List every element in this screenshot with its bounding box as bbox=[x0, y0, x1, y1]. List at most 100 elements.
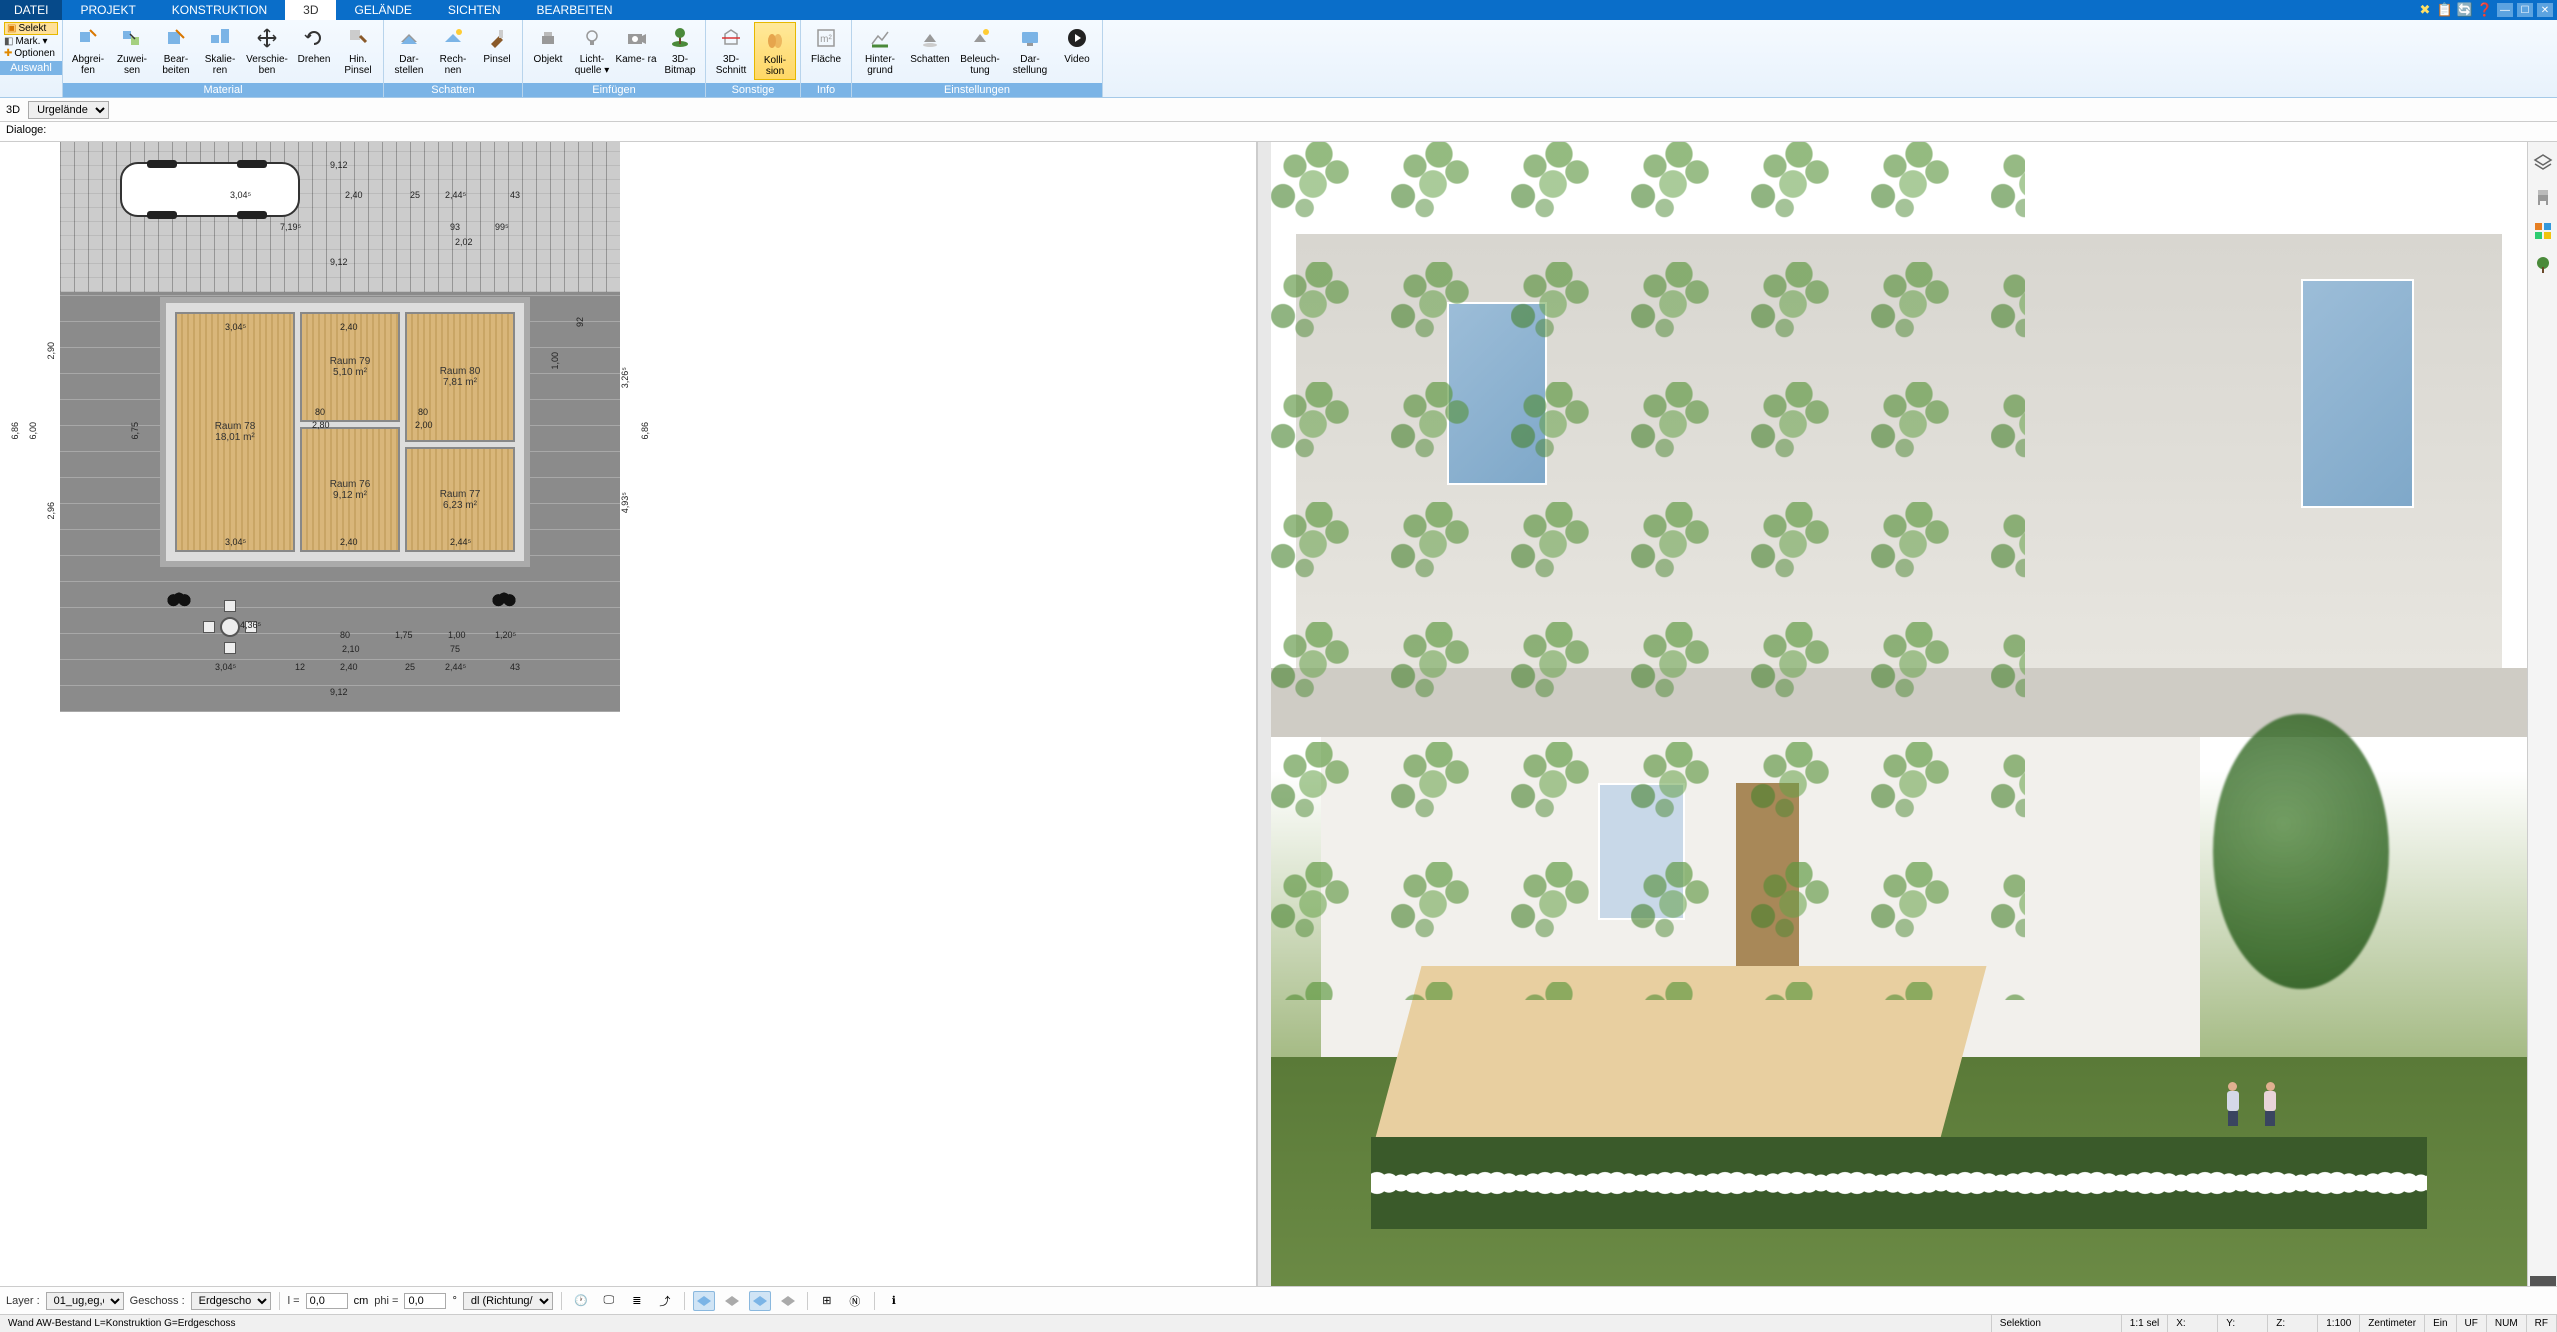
dim-label: 2,90 bbox=[46, 342, 56, 360]
drehen-button[interactable]: Drehen bbox=[293, 22, 335, 67]
layers-icon[interactable] bbox=[2532, 152, 2554, 174]
workspace: Raum 7818,01 m² Raum 795,10 m² Raum 769,… bbox=[0, 142, 2557, 1286]
scrollbar-vertical[interactable] bbox=[1257, 142, 1271, 1286]
phi-input[interactable] bbox=[404, 1293, 446, 1309]
view-3d[interactable] bbox=[1271, 142, 2527, 1286]
zuweisen-button[interactable]: Zuwei- sen bbox=[111, 22, 153, 78]
menu-projekt[interactable]: PROJEKT bbox=[62, 0, 153, 20]
menu-gelaende[interactable]: GELÄNDE bbox=[336, 0, 429, 20]
menu-bearbeiten[interactable]: BEARBEITEN bbox=[519, 0, 631, 20]
beleuchtung-button[interactable]: Beleuch- tung bbox=[956, 22, 1004, 78]
mark-button[interactable]: ◧Mark.▾ bbox=[4, 36, 58, 47]
3dschnitt-button[interactable]: 3D- Schnitt bbox=[710, 22, 752, 78]
menu-bar: DATEI PROJEKT KONSTRUKTION 3D GELÄNDE SI… bbox=[0, 0, 2557, 20]
dim-label: 6,86 bbox=[10, 422, 20, 440]
flowerbed bbox=[1371, 1137, 2426, 1229]
abgreifen-button[interactable]: Abgrei- fen bbox=[67, 22, 109, 78]
schatten-settings-button[interactable]: Schatten bbox=[906, 22, 954, 67]
dim-label: 80 bbox=[418, 407, 428, 417]
selekt-button[interactable]: ▣Selekt bbox=[4, 22, 58, 35]
verschieben-button[interactable]: Verschie- ben bbox=[243, 22, 291, 78]
status-y: Y: bbox=[2218, 1315, 2268, 1332]
dim-label: 3,26⁵ bbox=[620, 367, 630, 388]
bearbeiten-button[interactable]: Bear- beiten bbox=[155, 22, 197, 78]
info-icon[interactable]: ℹ bbox=[883, 1291, 905, 1311]
video-button[interactable]: Video bbox=[1056, 22, 1098, 67]
layer4-toggle[interactable] bbox=[777, 1291, 799, 1311]
rechnen-button[interactable]: Rech- nen bbox=[432, 22, 474, 78]
dim-label: 6,86 bbox=[640, 422, 650, 440]
flaeche-button[interactable]: m²Fläche bbox=[805, 22, 847, 67]
darstellung-button[interactable]: Dar- stellung bbox=[1006, 22, 1054, 78]
dim-label: 43 bbox=[510, 190, 520, 200]
layer2-toggle[interactable] bbox=[721, 1291, 743, 1311]
dim-label: 2,96 bbox=[46, 502, 56, 520]
tree-icon[interactable] bbox=[2532, 254, 2554, 276]
minimize-button[interactable]: — bbox=[2497, 3, 2513, 17]
menu-3d[interactable]: 3D bbox=[285, 0, 336, 20]
grid-icon[interactable]: ⊞ bbox=[816, 1291, 838, 1311]
share-icon[interactable]: ⤴ bbox=[654, 1291, 676, 1311]
layer3-toggle[interactable] bbox=[749, 1291, 771, 1311]
ribbon-label-einfuegen: Einfügen bbox=[523, 83, 705, 97]
ribbon-label-auswahl: Auswahl bbox=[0, 61, 62, 75]
room-78: Raum 7818,01 m² bbox=[175, 312, 295, 552]
kamera-button[interactable]: Kame- ra bbox=[615, 22, 657, 67]
dim-label: 99⁵ bbox=[495, 222, 509, 232]
status-rf: RF bbox=[2527, 1315, 2557, 1332]
terrain-select[interactable]: Urgelände bbox=[28, 101, 109, 119]
screen-icon[interactable]: 🖵 bbox=[598, 1291, 620, 1311]
menu-sichten[interactable]: SICHTEN bbox=[430, 0, 519, 20]
dim-label: 6,75 bbox=[130, 422, 140, 440]
dim-label: 3,04⁵ bbox=[225, 537, 246, 547]
chair-icon[interactable] bbox=[2532, 186, 2554, 208]
foliage-overlay bbox=[1271, 142, 2025, 1000]
reload-icon[interactable]: 🔄 bbox=[2457, 2, 2473, 18]
drag-handle[interactable] bbox=[2530, 1276, 2556, 1286]
geschoss-select[interactable]: Erdgeschoss bbox=[191, 1292, 271, 1310]
stack-icon[interactable]: ≣ bbox=[626, 1291, 648, 1311]
ribbon-group-einstellungen: Hinter- grund Schatten Beleuch- tung Dar… bbox=[852, 20, 1103, 97]
menu-datei[interactable]: DATEI bbox=[0, 0, 62, 20]
clock-icon[interactable]: 🕐 bbox=[570, 1291, 592, 1311]
dim-label: 4,36⁵ bbox=[240, 620, 261, 630]
3dbitmap-button[interactable]: 3D- Bitmap bbox=[659, 22, 701, 78]
darstellen-button[interactable]: Dar- stellen bbox=[388, 22, 430, 78]
north-icon[interactable]: Ⓝ bbox=[844, 1291, 866, 1311]
objekt-button[interactable]: Objekt bbox=[527, 22, 569, 67]
hinpinsel-button[interactable]: Hin. Pinsel bbox=[337, 22, 379, 78]
help-icon[interactable]: ❓ bbox=[2477, 2, 2493, 18]
dim-label: 2,00 bbox=[415, 420, 433, 430]
dim-label: 1,20⁵ bbox=[495, 630, 516, 640]
tree-3d bbox=[2213, 714, 2389, 989]
person-figure bbox=[2226, 1082, 2240, 1126]
dim-label: 80 bbox=[315, 407, 325, 417]
close-button[interactable]: ✕ bbox=[2537, 3, 2553, 17]
layer-select[interactable]: 01_ug,eg,og bbox=[46, 1292, 124, 1310]
right-toolbar bbox=[2527, 142, 2557, 1286]
length-input[interactable] bbox=[306, 1293, 348, 1309]
skalieren-button[interactable]: Skalie- ren bbox=[199, 22, 241, 78]
clipboard-icon[interactable]: 📋 bbox=[2437, 2, 2453, 18]
kollision-button[interactable]: Kolli- sion bbox=[754, 22, 796, 80]
direction-select[interactable]: dl (Richtung/Di bbox=[463, 1292, 553, 1310]
dim-label: 9,12 bbox=[330, 687, 348, 697]
palette-icon[interactable] bbox=[2532, 220, 2554, 242]
dim-label: 1,75 bbox=[395, 630, 413, 640]
dim-label: 9,12 bbox=[330, 257, 348, 267]
dim-label: 9,12 bbox=[330, 160, 348, 170]
optionen-button[interactable]: ✚Optionen bbox=[4, 48, 58, 59]
dim-label: 2,44⁵ bbox=[445, 662, 466, 672]
person-figure bbox=[2263, 1082, 2277, 1126]
geschoss-label: Geschoss : bbox=[130, 1295, 185, 1307]
tools-icon[interactable]: ✖ bbox=[2417, 2, 2433, 18]
lichtquelle-button[interactable]: Licht- quelle ▾ bbox=[571, 22, 613, 78]
maximize-button[interactable]: ☐ bbox=[2517, 3, 2533, 17]
menu-konstruktion[interactable]: KONSTRUKTION bbox=[154, 0, 285, 20]
ribbon-group-info: m²Fläche Info bbox=[801, 20, 852, 97]
hintergrund-button[interactable]: Hinter- grund bbox=[856, 22, 904, 78]
sub-bar: 3D Urgelände bbox=[0, 98, 2557, 122]
pinsel-button[interactable]: Pinsel bbox=[476, 22, 518, 67]
layer1-toggle[interactable] bbox=[693, 1291, 715, 1311]
view-2d[interactable]: Raum 7818,01 m² Raum 795,10 m² Raum 769,… bbox=[0, 142, 1257, 1286]
